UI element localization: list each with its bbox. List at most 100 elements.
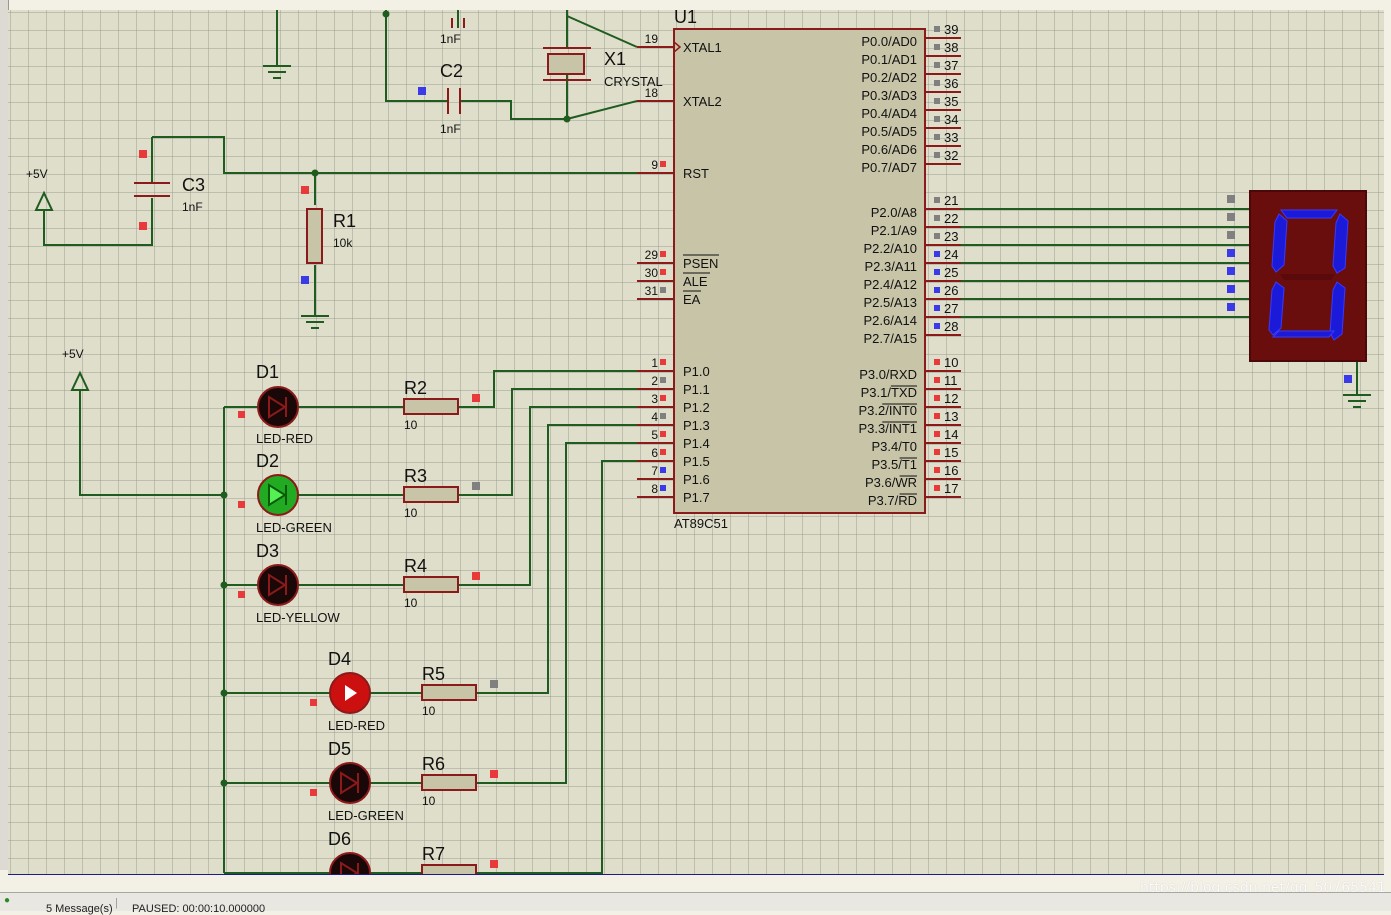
led-ref: D4 <box>328 649 351 669</box>
power-terminals: +5V +5V <box>26 167 90 391</box>
led-d2[interactable]: D2 LED-GREEN <box>238 451 332 535</box>
resistor-r7[interactable]: R710 <box>421 844 498 874</box>
pin-state-marker <box>1227 231 1235 239</box>
pin-state-marker <box>139 150 147 158</box>
pin-number: 19 <box>645 32 659 46</box>
resistor-r4[interactable]: R4 10 <box>403 556 480 610</box>
pin-state-marker <box>660 377 666 383</box>
pin-state-marker <box>934 80 940 86</box>
proteus-window: +5V +5V 1nF C2 1nF C3 1nF X1 CRYSTAL R1 … <box>0 0 1391 915</box>
led-d3[interactable]: D3 LED-YELLOW <box>238 541 341 625</box>
pin-state-marker <box>238 591 245 598</box>
pin-state-marker <box>934 377 940 383</box>
pin-name: RST <box>683 166 709 181</box>
pin-state-marker <box>934 152 940 158</box>
pin-state-marker <box>660 269 666 275</box>
led-body <box>329 852 371 874</box>
pin-name: XTAL2 <box>683 94 722 109</box>
pin-state-marker <box>660 251 666 257</box>
pin-name: P1.2 <box>683 400 710 415</box>
resistor-ref: R3 <box>404 466 427 486</box>
pin-state-marker <box>490 680 498 688</box>
capacitor-c1[interactable]: 1nF <box>440 18 465 46</box>
crystal-x1[interactable]: X1 CRYSTAL <box>543 47 663 89</box>
pin-number: 28 <box>944 319 958 334</box>
pin-name: P1.0 <box>683 364 710 379</box>
capacitor-c2[interactable]: C2 1nF <box>440 61 463 136</box>
status-bar: ● 5 Message(s) | PAUSED: 00:00:10.000000 <box>0 892 1391 915</box>
pin-state-marker <box>660 395 666 401</box>
schematic-canvas[interactable]: +5V +5V 1nF C2 1nF C3 1nF X1 CRYSTAL R1 … <box>8 10 1384 874</box>
pin-name: P2.4/A12 <box>864 277 918 292</box>
messages-count[interactable]: 5 Message(s) <box>46 903 113 915</box>
pin-name: P1.3 <box>683 418 710 433</box>
pin-name: XTAL1 <box>683 40 722 55</box>
pin-number: 12 <box>944 391 958 406</box>
resistor-r5[interactable]: R5 10 <box>421 664 498 718</box>
segment-g <box>1280 274 1335 280</box>
pin-number: 36 <box>944 76 958 91</box>
resistor-r1[interactable]: R1 10k <box>306 208 356 264</box>
pin-state-marker <box>660 413 666 419</box>
pin-state-marker <box>310 699 317 706</box>
pin-number: 14 <box>944 427 958 442</box>
resistor-r2[interactable]: R2 10 <box>403 378 480 432</box>
capacitor-c3[interactable]: C3 1nF <box>134 175 205 214</box>
pin-name: PSEN <box>683 256 718 271</box>
led-ref: D2 <box>256 451 279 471</box>
c1-value: 1nF <box>440 32 461 46</box>
pin-number: 23 <box>944 229 958 244</box>
pin-state-marker <box>934 62 940 68</box>
pin-state-marker <box>934 44 940 50</box>
pin-name: P2.2/A10 <box>864 241 918 256</box>
pin-name: P1.6 <box>683 472 710 487</box>
pin-state-marker <box>934 251 940 257</box>
pin-number: 33 <box>944 130 958 145</box>
pin-name: P3.2/INT0 <box>858 403 917 418</box>
pin-state-marker <box>660 449 666 455</box>
pin-number: 38 <box>944 40 958 55</box>
pin-number: 30 <box>645 266 659 280</box>
pin-name: P0.2/AD2 <box>861 70 917 85</box>
pin-state-marker <box>934 197 940 203</box>
pin-name: P0.1/AD1 <box>861 52 917 67</box>
sheet-border <box>8 874 1384 875</box>
pin-name: P3.1/TXD <box>861 385 917 400</box>
c2-ref: C2 <box>440 61 463 81</box>
pin-number: 4 <box>651 410 658 424</box>
pin-name: ALE <box>683 274 708 289</box>
pin-name: P3.7/RD <box>868 493 917 508</box>
pin-state-marker <box>1227 195 1235 203</box>
pin-name: P1.4 <box>683 436 710 451</box>
pin-name: P2.6/A14 <box>864 313 918 328</box>
led-body <box>329 762 371 804</box>
led-d5[interactable]: D5 LED-GREEN <box>310 739 404 823</box>
mcu-at89c51[interactable]: U1 AT89C51 19XTAL118XTAL29RST29PSEN30ALE… <box>637 10 961 531</box>
pin-name: P2.3/A11 <box>864 259 917 274</box>
resistor-r3[interactable]: R3 10 <box>403 466 480 520</box>
pin-state-marker <box>934 98 940 104</box>
c2-value: 1nF <box>440 122 461 136</box>
pin-state-marker <box>934 413 940 419</box>
led-d1[interactable]: D1 LED-RED <box>238 362 313 446</box>
pin-state-marker <box>301 186 309 194</box>
pin-number: 15 <box>944 445 958 460</box>
pin-number: 32 <box>944 148 958 163</box>
led-d6[interactable]: D6LED-RED <box>310 829 385 874</box>
pin-number: 1 <box>651 356 658 370</box>
led-d4[interactable]: D4 LED-RED <box>310 649 385 733</box>
led-type: LED-RED <box>256 431 313 446</box>
resistor-ref: R4 <box>404 556 427 576</box>
pin-number: 17 <box>944 481 958 496</box>
pin-name: P0.6/AD6 <box>861 142 917 157</box>
seven-segment-display[interactable] <box>1227 190 1367 362</box>
pin-number: 6 <box>651 446 658 460</box>
pin-state-marker <box>472 394 480 402</box>
pin-number: 35 <box>944 94 958 109</box>
resistor-r6[interactable]: R6 10 <box>421 754 498 808</box>
power-label-1: +5V <box>26 167 48 181</box>
pin-state-marker <box>660 359 666 365</box>
pin-name: P1.1 <box>683 382 710 397</box>
pin-state-marker <box>472 482 480 490</box>
resistor-body <box>403 398 459 415</box>
